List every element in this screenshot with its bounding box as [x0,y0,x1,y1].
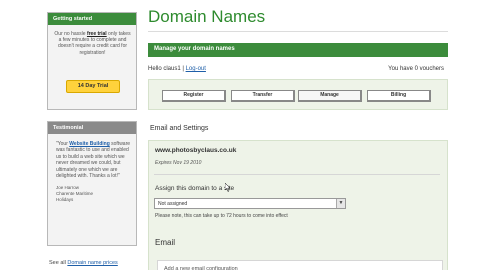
chevron-down-icon[interactable]: ▼ [336,199,345,208]
free-trial-link[interactable]: free trial [87,31,107,37]
promo-heading: Getting started [48,13,136,25]
site-select[interactable]: Not assigned ▼ [154,198,346,209]
testimonial-heading: Testimonial [48,122,136,134]
expiry-date: Expires Nov 19 2010 [155,160,202,166]
section-title: Email and Settings [150,125,209,132]
propagation-note: Please note, this can take up to 72 hour… [155,213,288,219]
voucher-count: You have 0 vouchers [388,66,444,72]
user-greeting: Hello claus1 | Log-out [148,66,206,72]
tab-register[interactable]: Register [162,90,226,102]
page-title: Domain Names [148,7,266,26]
mouse-pointer-icon [225,183,231,192]
trial-button[interactable]: 14 Day Trial [66,80,120,93]
website-building-link[interactable]: Website Building [69,141,109,147]
domain-prices-link[interactable]: Domain name prices [67,260,117,266]
promo-box: Getting started Our no hassle free trial… [47,12,137,110]
promo-text: Our no hassle free trial only takes a fe… [54,31,131,56]
tab-transfer[interactable]: Transfer [231,90,295,102]
testimonial-author: Joe Harrow Charente Maritime Holidays [56,185,94,203]
see-all-prices: See all Domain name prices [49,260,118,266]
manage-header-bar: Manage your domain names [148,43,448,57]
tab-billing[interactable]: Billing [367,90,431,102]
email-heading: Email [155,238,176,247]
domain-tabs: Register Transfer Manage Billing [148,79,448,110]
testimonial-quote: "Your Website Building software was fant… [56,141,131,180]
title-divider [148,31,448,32]
panel-divider [154,174,440,175]
testimonial-box: Testimonial "Your Website Building softw… [47,121,137,246]
logout-link[interactable]: Log-out [186,66,206,72]
assign-site-label: Assign this domain to a site [155,185,235,192]
site-select-value: Not assigned [158,201,188,207]
tab-manage[interactable]: Manage [298,90,362,102]
domain-name: www.photosbyclaus.co.uk [155,147,237,154]
add-email-configuration[interactable]: Add a new email configuration [157,260,443,270]
